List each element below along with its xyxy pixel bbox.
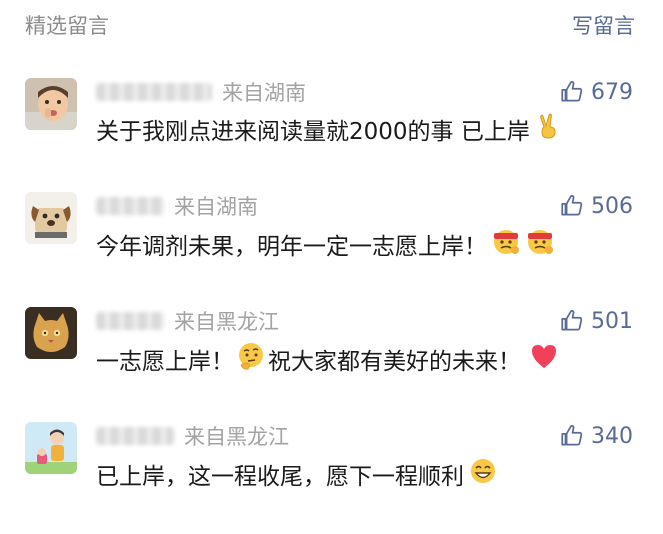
comment-text: 关于我刚点进来阅读量就2000的事 已上岸 — [96, 119, 530, 145]
nickname-blurred — [96, 427, 174, 445]
nickname-blurred — [96, 312, 164, 330]
avatar[interactable] — [25, 78, 77, 130]
comments-header: 精选留言 写留言 — [0, 0, 663, 52]
comment-meta: 来自湖南 — [96, 78, 306, 106]
nickname-blurred — [96, 197, 164, 215]
comment-item: 来自湖南 506 今年调剂未果，明年一定一志愿上岸！ — [0, 192, 663, 304]
red-heart-emoji — [529, 342, 559, 376]
determined-face-emoji — [491, 226, 521, 262]
avatar[interactable] — [25, 307, 77, 359]
determined-face-emoji — [525, 226, 555, 262]
like-button[interactable]: 340 — [559, 422, 633, 450]
thumbs-up-icon — [561, 425, 583, 446]
like-button[interactable]: 506 — [559, 192, 633, 220]
comment-meta: 来自黑龙江 — [96, 422, 289, 450]
avatar[interactable] — [25, 422, 77, 474]
thumbs-up-icon — [561, 310, 583, 331]
comment-text: 今年调剂未果，明年一定一志愿上岸！ — [96, 234, 487, 260]
comment-meta: 来自黑龙江 — [96, 307, 279, 335]
like-count: 501 — [591, 308, 633, 334]
like-button[interactable]: 679 — [559, 78, 633, 106]
comment-text: 一志愿上岸！ — [96, 349, 234, 375]
nickname-blurred — [96, 83, 212, 101]
comment-meta: 来自湖南 — [96, 192, 258, 220]
location-label: 来自黑龙江 — [184, 425, 289, 449]
location-label: 来自湖南 — [222, 81, 306, 105]
thumbs-up-icon — [561, 81, 583, 102]
write-comment-button[interactable]: 写留言 — [572, 10, 635, 40]
thumbs-up-icon — [561, 195, 583, 216]
comment-text-continued: 祝大家都有美好的未来！ — [268, 349, 521, 375]
like-count: 506 — [591, 193, 633, 219]
like-count: 340 — [591, 423, 633, 449]
thinking-face-emoji — [236, 341, 266, 377]
avatar[interactable] — [25, 192, 77, 244]
location-label: 来自黑龙江 — [174, 310, 279, 334]
comment-item: 来自黑龙江 340 已上岸，这一程收尾，愿下一程顺利 — [0, 422, 663, 534]
comment-text-row: 已上岸，这一程收尾，愿下一程顺利 — [96, 456, 498, 492]
victory-hand-emoji — [534, 112, 562, 146]
featured-comments-title: 精选留言 — [25, 14, 109, 38]
comment-text: 已上岸，这一程收尾，愿下一程顺利 — [96, 464, 464, 490]
grinning-face-emoji — [468, 456, 498, 492]
comment-text-row: 关于我刚点进来阅读量就2000的事 已上岸 — [96, 112, 562, 146]
like-count: 679 — [591, 79, 633, 105]
comment-text-row: 一志愿上岸！ 祝大家都有美好的未来！ — [96, 341, 559, 377]
like-button[interactable]: 501 — [559, 307, 633, 335]
comment-text-row: 今年调剂未果，明年一定一志愿上岸！ — [96, 226, 555, 262]
comment-item: 来自黑龙江 501 一志愿上岸！ 祝大家都有美好的未来！ — [0, 307, 663, 419]
comment-item: 来自湖南 679 关于我刚点进来阅读量就2000的事 已上岸 — [0, 78, 663, 190]
location-label: 来自湖南 — [174, 195, 258, 219]
